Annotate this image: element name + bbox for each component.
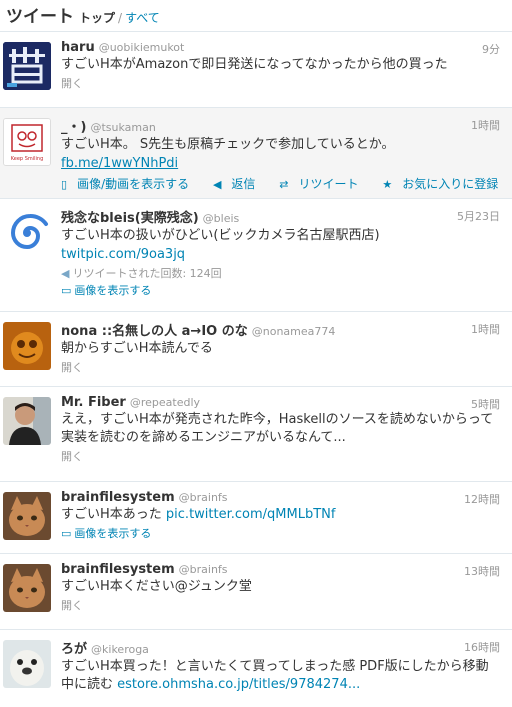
timestamp[interactable]: 5時間 bbox=[471, 396, 500, 412]
filter-all-link[interactable]: すべて bbox=[125, 9, 160, 26]
document-icon: ▯ bbox=[61, 178, 68, 191]
tweet-link[interactable]: pic.twitter.com/qMMLbTNf bbox=[166, 507, 336, 522]
tweet-text: すごいH本ください@ジュンク堂 bbox=[61, 579, 252, 594]
tweet-text: すごいH本あった pic.twitter.com/qMMLbTNf bbox=[61, 506, 500, 524]
author-name[interactable]: 残念なbleis(実際残念) bbox=[61, 211, 199, 226]
expand-link[interactable]: 開く bbox=[61, 359, 500, 375]
tweet-text: ええ，すごいH本が発売された昨今，Haskellのソースを読めないからって実装を… bbox=[61, 412, 494, 445]
retweet-icon: ⇄ bbox=[279, 178, 289, 191]
show-media-label: 画像/動画を表示する bbox=[77, 177, 190, 191]
tweet-item[interactable]: Keep Smiling _・) @tsukaman 1時間 すごいH本。 S先生… bbox=[0, 108, 512, 199]
tweet-item[interactable]: brainfilesystem @brainfs 13時間 すごいH本ください@ジ… bbox=[0, 554, 512, 630]
megaphone-icon: ◀ bbox=[61, 267, 70, 280]
author-name[interactable]: brainfilesystem bbox=[61, 562, 175, 577]
favorite-label: お気に入りに登録 bbox=[402, 177, 499, 191]
tweet-text: すごいH本。 S先生も原稿チェックで参加しているとか。 bbox=[61, 137, 395, 152]
show-image-label: 画像を表示する bbox=[74, 284, 152, 297]
avatar[interactable] bbox=[3, 564, 51, 612]
tweet-item[interactable]: haru @uobikiemukot 9分 すごいH本がAmazonで即日発送にな… bbox=[0, 32, 512, 108]
avatar[interactable] bbox=[3, 322, 51, 370]
timestamp[interactable]: 13時間 bbox=[464, 563, 500, 579]
timestamp[interactable]: 9分 bbox=[482, 41, 500, 57]
author-handle[interactable]: @repeatedly bbox=[130, 396, 200, 409]
expand-link[interactable]: 開く bbox=[61, 75, 500, 91]
tweet-actions: ▯ 画像/動画を表示する ◀ 返信 ⇄ リツイート ★ お気に入りに登録 bbox=[61, 175, 500, 192]
expand-link[interactable]: 開く bbox=[61, 448, 500, 464]
show-image-link[interactable]: ▭ 画像を表示する bbox=[61, 525, 500, 541]
author-name[interactable]: ろが bbox=[61, 642, 87, 657]
tweet-link[interactable]: fb.me/1wwYNhPdi bbox=[61, 156, 178, 171]
star-icon: ★ bbox=[382, 178, 393, 191]
reply-label: 返信 bbox=[231, 177, 256, 191]
tweet-text-body: すごいH本あった bbox=[61, 507, 166, 522]
timestamp[interactable]: 1時間 bbox=[471, 321, 500, 337]
author-handle[interactable]: @brainfs bbox=[179, 491, 228, 504]
author-handle[interactable]: @brainfs bbox=[179, 563, 228, 576]
author-handle[interactable]: @tsukaman bbox=[90, 121, 155, 134]
tweet-text: すごいH本がAmazonで即日発送になってなかったから他の買った bbox=[61, 57, 448, 72]
avatar[interactable] bbox=[3, 492, 51, 540]
retweet-button[interactable]: ⇄ リツイート bbox=[279, 177, 368, 191]
author-name[interactable]: nona ::名無しの人 a→IO のな bbox=[61, 324, 248, 339]
tweet-link[interactable]: twitpic.com/9oa3jq bbox=[61, 247, 185, 262]
retweet-label: リツイート bbox=[298, 177, 359, 191]
author-handle[interactable]: @nonamea774 bbox=[252, 325, 336, 338]
author-name[interactable]: brainfilesystem bbox=[61, 490, 175, 505]
avatar[interactable]: Keep Smiling bbox=[3, 118, 51, 166]
author-name[interactable]: _・) bbox=[61, 120, 86, 135]
timestamp[interactable]: 16時間 bbox=[464, 639, 500, 655]
avatar[interactable] bbox=[3, 42, 51, 90]
author-name[interactable]: Mr. Fiber bbox=[61, 395, 126, 410]
timestamp[interactable]: 12時間 bbox=[464, 491, 500, 507]
timestamp[interactable]: 5月23日 bbox=[457, 208, 500, 224]
author-handle[interactable]: @bleis bbox=[203, 212, 240, 225]
filter-top[interactable]: トップ bbox=[79, 9, 115, 26]
avatar[interactable] bbox=[3, 640, 51, 688]
tweet-item[interactable]: nona ::名無しの人 a→IO のな @nonamea774 1時間 朝からす… bbox=[0, 312, 512, 387]
author-handle[interactable]: @uobikiemukot bbox=[99, 41, 185, 54]
filter-separator: / bbox=[118, 11, 123, 25]
tweet-text: すごいH本の扱いがひどい(ビックカメラ名古屋駅西店) bbox=[61, 228, 380, 243]
avatar-text: Keep Smiling bbox=[10, 156, 44, 162]
page-title: ツイート bbox=[6, 7, 74, 27]
show-image-label: 画像を表示する bbox=[74, 527, 152, 540]
timestamp[interactable]: 1時間 bbox=[471, 117, 500, 133]
show-image-link[interactable]: ▭ 画像を表示する bbox=[61, 282, 500, 298]
favorite-button[interactable]: ★ お気に入りに登録 bbox=[382, 177, 508, 191]
reply-button[interactable]: ◀ 返信 bbox=[213, 177, 265, 191]
retweet-count-label: リツイートされた回数: 124回 bbox=[72, 267, 222, 280]
tweet-item[interactable]: brainfilesystem @brainfs 12時間 すごいH本あった pi… bbox=[0, 482, 512, 554]
timeline-header: ツイート トップ / すべて bbox=[0, 0, 512, 32]
author-name[interactable]: haru bbox=[61, 40, 95, 55]
author-handle[interactable]: @kikeroga bbox=[91, 643, 149, 656]
avatar[interactable] bbox=[3, 397, 51, 445]
image-icon: ▭ bbox=[61, 527, 72, 540]
tweet-text: すごいH本買った！と言いたくて買ってしまった感 PDF版にしたから移動中に読む … bbox=[61, 658, 500, 694]
reply-icon: ◀ bbox=[212, 178, 222, 191]
avatar[interactable] bbox=[3, 209, 51, 257]
tweet-item[interactable]: 残念なbleis(実際残念) @bleis 5月23日 すごいH本の扱いがひどい(… bbox=[0, 199, 512, 312]
retweet-count: ◀ リツイートされた回数: 124回 bbox=[61, 265, 500, 281]
tweet-item[interactable]: Mr. Fiber @repeatedly 5時間 ええ，すごいH本が発売された昨… bbox=[0, 387, 512, 482]
tweet-item[interactable]: ろが @kikeroga 16時間 すごいH本買った！と言いたくて買ってしまった感… bbox=[0, 630, 512, 707]
image-icon: ▭ bbox=[61, 284, 72, 297]
expand-link[interactable]: 開く bbox=[61, 597, 500, 613]
tweet-link[interactable]: estore.ohmsha.co.jp/titles/9784274... bbox=[117, 677, 360, 692]
tweet-text: 朝からすごいH本読んでる bbox=[61, 341, 213, 356]
show-media-button[interactable]: ▯ 画像/動画を表示する bbox=[61, 177, 199, 191]
